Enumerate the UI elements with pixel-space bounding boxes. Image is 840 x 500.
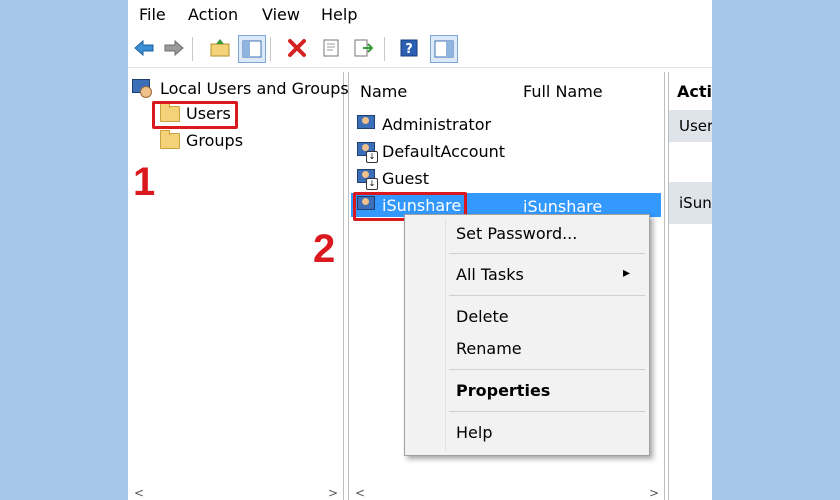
- step-number-1: 1: [133, 160, 156, 204]
- folder-icon: [160, 129, 180, 149]
- delete-icon[interactable]: [284, 35, 310, 61]
- svg-text:?: ?: [405, 42, 413, 57]
- user-disabled-icon: ↓: [357, 168, 378, 190]
- scroll-right-arrow[interactable]: >: [328, 486, 338, 500]
- properties-icon[interactable]: [318, 35, 344, 61]
- back-arrow-icon[interactable]: [131, 35, 157, 61]
- menu-bar: File Action View Help: [128, 0, 712, 30]
- actions-header: Actio: [677, 82, 712, 101]
- tree-item-groups-label: Groups: [186, 131, 244, 150]
- context-menu-delete[interactable]: Delete: [456, 307, 509, 326]
- submenu-arrow-icon: ▸: [623, 265, 631, 281]
- computer-users-icon: [132, 78, 154, 98]
- forward-arrow-icon[interactable]: [161, 35, 187, 61]
- user-name: Administrator: [382, 114, 492, 134]
- actions-pane: Actio User iSun: [668, 72, 712, 500]
- context-menu-rename[interactable]: Rename: [456, 339, 522, 358]
- scroll-left-arrow[interactable]: <: [355, 486, 365, 500]
- list-item[interactable]: ↓ DefaultAccount: [357, 141, 506, 163]
- step-number-2: 2: [313, 227, 336, 271]
- show-hide-tree-icon[interactable]: [238, 35, 266, 63]
- user-name: DefaultAccount: [382, 141, 506, 161]
- actions-section-label: User: [679, 117, 712, 135]
- up-folder-icon[interactable]: [207, 35, 233, 61]
- context-menu-properties[interactable]: Properties: [456, 381, 550, 400]
- show-hide-action-pane-icon[interactable]: [430, 35, 458, 63]
- export-list-icon[interactable]: [351, 35, 377, 61]
- column-header-name[interactable]: Name: [360, 82, 407, 101]
- menu-view[interactable]: View: [262, 5, 300, 24]
- list-item[interactable]: Administrator: [357, 114, 491, 134]
- user-name: Guest: [382, 168, 429, 188]
- menu-help[interactable]: Help: [321, 5, 357, 24]
- user-icon: [357, 114, 377, 134]
- context-menu-all-tasks[interactable]: All Tasks: [456, 265, 524, 284]
- tree-item-groups[interactable]: Groups: [160, 129, 244, 150]
- menu-file[interactable]: File: [139, 5, 166, 24]
- annotation-box-users: [152, 101, 238, 129]
- toolbar: ?: [128, 31, 712, 68]
- actions-section-users[interactable]: User: [669, 110, 712, 142]
- scroll-left-arrow[interactable]: <: [134, 486, 144, 500]
- context-menu: Set Password... All Tasks ▸ Delete Renam…: [404, 214, 650, 456]
- context-menu-help[interactable]: Help: [456, 423, 492, 442]
- user-disabled-icon: ↓: [357, 141, 378, 163]
- menu-action[interactable]: Action: [188, 5, 238, 24]
- actions-section-isunshare[interactable]: iSun: [669, 182, 712, 224]
- console-tree-pane: Local Users and Groups Users Groups < >: [128, 72, 349, 500]
- tree-root-label: Local Users and Groups: [160, 78, 349, 98]
- list-item[interactable]: ↓ Guest: [357, 168, 429, 190]
- actions-section-label: iSun: [679, 194, 712, 212]
- help-icon[interactable]: ?: [396, 35, 422, 61]
- tree-root-local-users-and-groups[interactable]: Local Users and Groups: [132, 78, 349, 98]
- context-menu-set-password[interactable]: Set Password...: [456, 224, 577, 243]
- scroll-right-arrow[interactable]: >: [649, 486, 659, 500]
- column-header-full-name[interactable]: Full Name: [523, 82, 603, 101]
